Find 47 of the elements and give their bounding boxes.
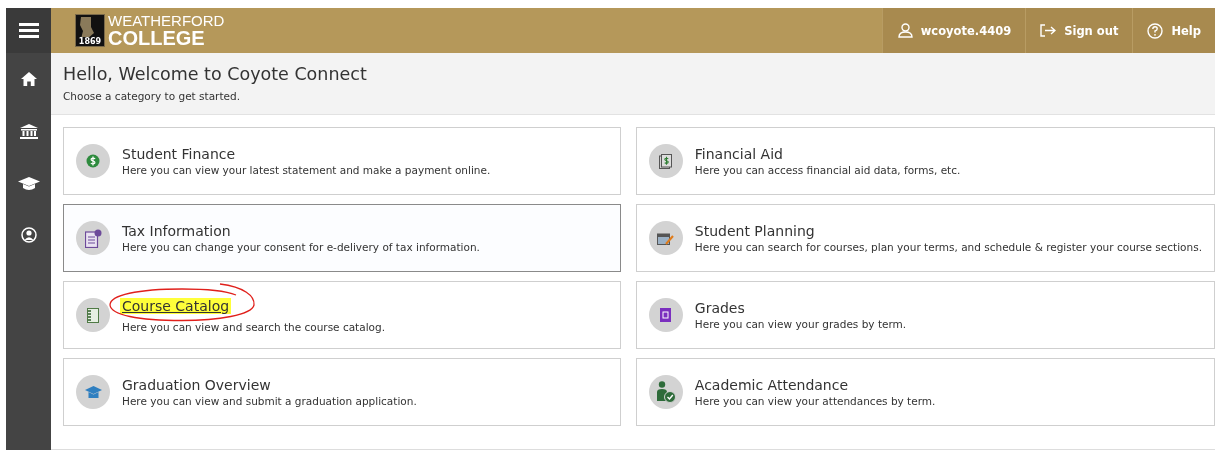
category-card[interactable]: Financial Aid Here you can access financial aid data, forms, etc.	[635, 127, 1215, 195]
sign-out-icon	[1040, 24, 1057, 37]
card-title[interactable]: Grades	[694, 300, 745, 316]
dollar-coin-icon	[86, 154, 100, 168]
card-title[interactable]: Student Planning	[694, 223, 815, 239]
money-document-icon	[659, 153, 673, 169]
help-icon	[1147, 22, 1164, 39]
user-circle-icon	[20, 227, 37, 243]
calendar-icon	[657, 231, 675, 245]
notebook-icon	[87, 307, 99, 323]
card-description: Here you can view your grades by term.	[694, 318, 907, 330]
page-title: Hello, Welcome to Coyote Connect	[63, 64, 368, 84]
highlighted-card-title[interactable]: Course Catalog	[120, 297, 232, 314]
logo-year: 1869	[77, 37, 103, 46]
category-card[interactable]: Course Catalog Here you can view and search the course catalog.	[63, 281, 621, 349]
menu-icon[interactable]	[18, 23, 39, 38]
graduation-cap-icon	[17, 176, 40, 190]
card-description: Here you can view and submit a graduation application.	[122, 395, 417, 407]
card-title[interactable]: Student Finance	[122, 146, 236, 162]
graduation-cap-icon	[84, 385, 102, 399]
card-description: Here you can search for courses, plan your terms, and schedule & register your course sections.	[694, 241, 1202, 253]
logo-text: COLLEGE	[108, 28, 206, 48]
card-title[interactable]: Academic Attendance	[694, 377, 849, 393]
logo-text: WEATHERFORD	[108, 13, 225, 28]
card-description: Here you can access financial aid data, forms, etc.	[694, 164, 961, 176]
silhouette-icon	[78, 17, 94, 39]
college-logo[interactable]: 1869 WEATHERFORD COLLEGE	[75, 8, 225, 53]
page-subtitle: Choose a category to get started.	[63, 90, 241, 102]
category-card[interactable]: Graduation Overview Here you can view and submit a graduation application.	[63, 358, 621, 426]
grade-card-icon	[660, 308, 672, 322]
card-description: Here you can view your latest statement and make a payment online.	[122, 164, 491, 176]
bank-icon	[19, 123, 38, 139]
home-icon	[20, 72, 37, 86]
card-description: Here you can view your attendances by term.	[694, 395, 936, 407]
category-card[interactable]: Tax Information Here you can change your consent for e-delivery of tax information.	[63, 204, 621, 272]
user-icon	[897, 23, 913, 38]
card-title[interactable]: Graduation Overview	[122, 377, 271, 393]
person-check-icon	[655, 381, 676, 403]
category-card[interactable]: Grades Here you can view your grades by term.	[635, 281, 1215, 349]
document-icon	[84, 228, 102, 248]
card-description: Here you can change your consent for e-delivery of tax information.	[122, 241, 480, 253]
category-card[interactable]: Academic Attendance Here you can view your attendances by term.	[635, 358, 1215, 426]
card-description: Here you can view and search the course catalog.	[122, 320, 385, 333]
category-card[interactable]: Student Finance Here you can view your latest statement and make a payment online.	[63, 127, 621, 195]
card-title[interactable]: Financial Aid	[694, 146, 783, 162]
card-title[interactable]: Tax Information	[122, 223, 231, 239]
category-card[interactable]: Student Planning Here you can search for courses, plan your terms, and schedule & register your course sections.	[635, 204, 1215, 272]
